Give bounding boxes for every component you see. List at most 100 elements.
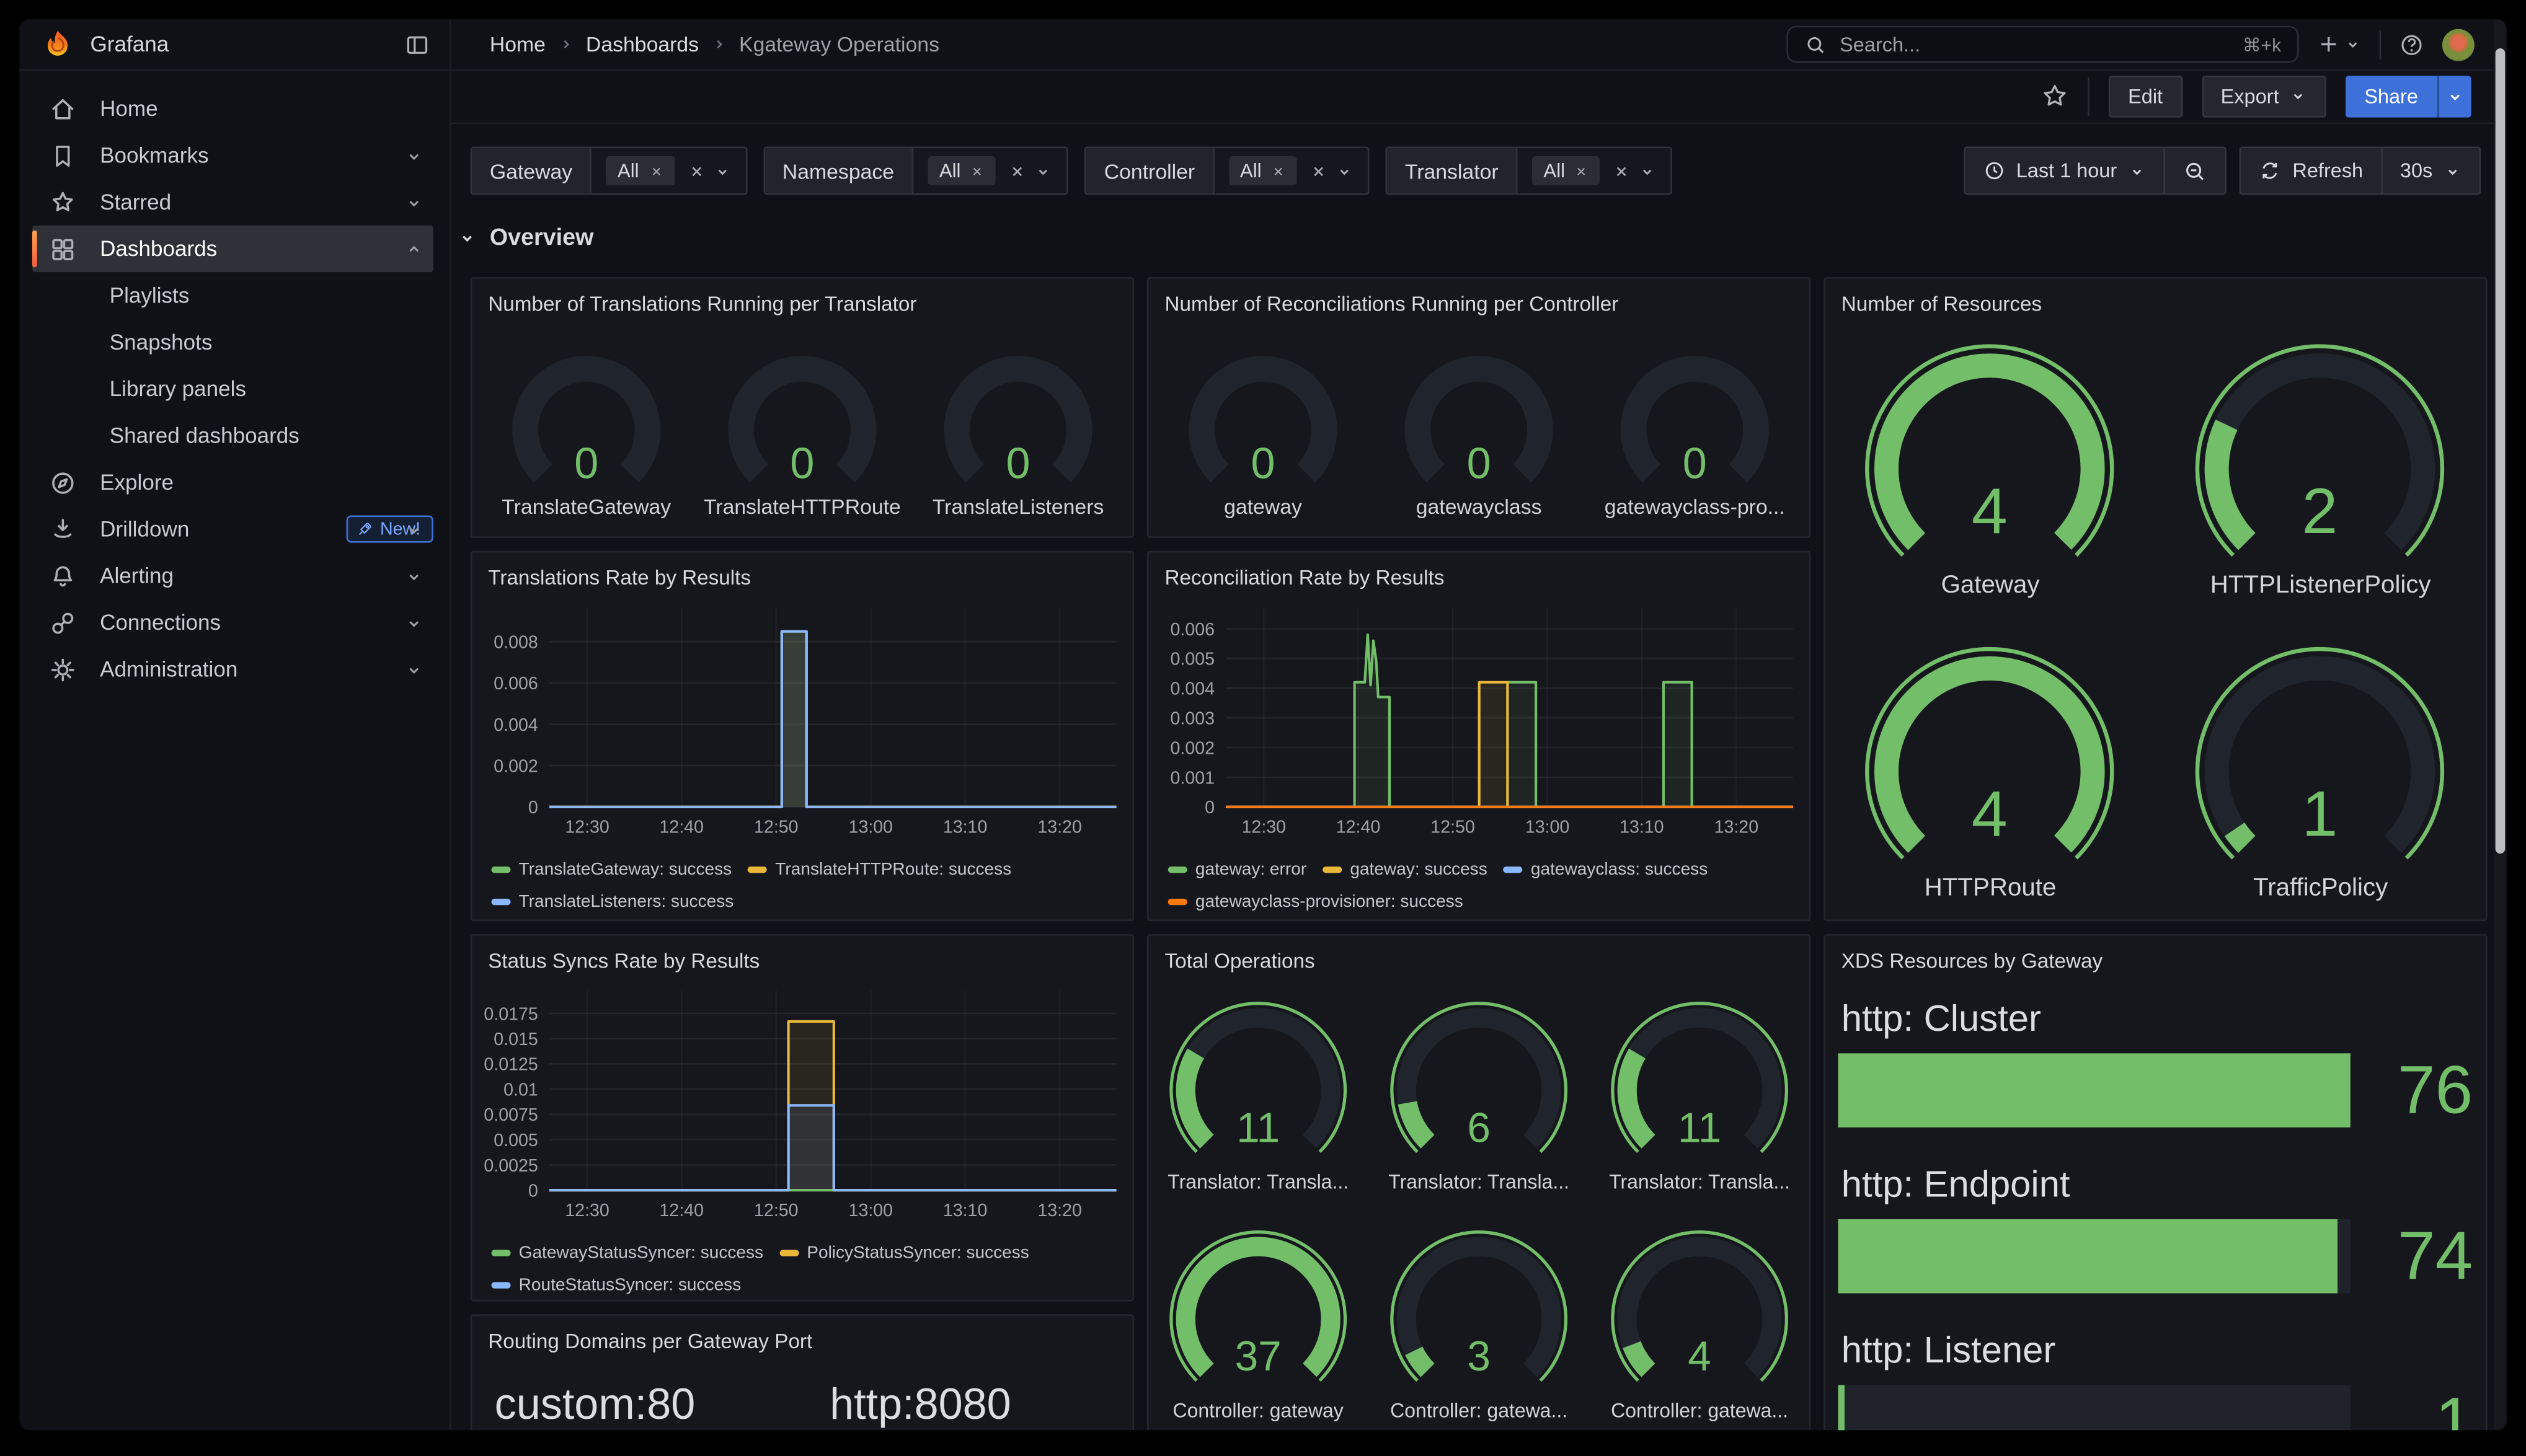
grafana-logo-icon[interactable]: [42, 28, 74, 60]
legend-item[interactable]: GatewayStatusSyncer: success: [491, 1243, 763, 1264]
legend-item[interactable]: RouteStatusSyncer: success: [491, 1276, 741, 1297]
chip-close-icon[interactable]: [1575, 164, 1589, 178]
svg-text:13:00: 13:00: [849, 1201, 893, 1220]
legend-item[interactable]: TranslateListeners: success: [491, 892, 733, 913]
sidebar-item-dashboards[interactable]: Dashboards: [32, 226, 433, 272]
sidebar-item-explore[interactable]: Explore: [32, 459, 433, 506]
svg-text:0.015: 0.015: [494, 1030, 538, 1049]
search-input[interactable]: Search... ⌘+k: [1786, 26, 2298, 63]
panel-translations-rate: Translations Rate by Results 0.0080.0060…: [471, 551, 1134, 922]
time-range-picker[interactable]: Last 1 hour: [1965, 148, 2166, 193]
sidebar-item-playlists[interactable]: Playlists: [32, 272, 433, 319]
filter-value-chip[interactable]: All: [1532, 156, 1600, 185]
panel-status-syncs-rate: Status Syncs Rate by Results 0.01750.015…: [471, 934, 1134, 1301]
chevron-down-icon[interactable]: [1336, 162, 1354, 180]
stat-value: custom:80: [495, 1380, 830, 1431]
sidebar-item-administration[interactable]: Administration: [32, 646, 433, 692]
filter-clear-icon[interactable]: [1009, 162, 1027, 180]
refresh-button[interactable]: Refresh: [2241, 148, 2382, 193]
gauge-cell: 4Controller: gatewa...: [1590, 1216, 1809, 1423]
bar-label: http: Cluster: [1841, 997, 2473, 1040]
sidebar-item-label: Starred: [100, 190, 433, 214]
gauge-label: HTTPRoute: [1925, 875, 2057, 904]
filter-value-chip[interactable]: All: [928, 156, 996, 185]
zoom-out-button[interactable]: [2165, 148, 2225, 193]
svg-text:0.0125: 0.0125: [484, 1055, 538, 1075]
breadcrumb-separator-icon: [710, 35, 728, 53]
section-overview-toggle[interactable]: Overview: [458, 226, 594, 252]
sidebar-item-label: Shared dashboards: [110, 423, 433, 448]
legend-item[interactable]: gatewayclass-provisioner: success: [1168, 892, 1463, 913]
filter-bar: GatewayAll NamespaceAll ControllerAll Trans…: [471, 146, 1673, 195]
share-button[interactable]: Share: [2345, 75, 2471, 117]
chevron-up-icon[interactable]: [404, 239, 423, 258]
legend-item[interactable]: gatewayclass: success: [1504, 860, 1708, 881]
chevron-down-icon[interactable]: [1639, 162, 1657, 180]
sidebar-toggle-icon[interactable]: [404, 32, 430, 58]
legend-item[interactable]: gateway: error: [1168, 860, 1306, 881]
sidebar-item-shared-dashboards[interactable]: Shared dashboards: [32, 412, 433, 459]
filter-value-chip[interactable]: All: [1229, 156, 1297, 185]
search-shortcut: ⌘+k: [2243, 33, 2281, 55]
chip-close-icon[interactable]: [1271, 164, 1285, 178]
chip-close-icon[interactable]: [649, 164, 663, 178]
gauge-cell: 4HTTPRoute: [1825, 630, 2156, 904]
sidebar-item-drilldown[interactable]: DrilldownNew!: [32, 506, 433, 552]
sidebar-item-snapshots[interactable]: Snapshots: [32, 319, 433, 365]
breadcrumb: HomeDashboardsKgateway Operations: [451, 32, 939, 56]
scrollbar[interactable]: [2494, 19, 2507, 1430]
sidebar-item-bookmarks[interactable]: Bookmarks: [32, 132, 433, 179]
filter-gateway[interactable]: GatewayAll: [471, 146, 747, 195]
sidebar-item-home[interactable]: Home: [32, 86, 433, 132]
svg-text:13:00: 13:00: [1525, 817, 1570, 837]
panel-title: Routing Domains per Gateway Port: [472, 1316, 1132, 1356]
user-avatar[interactable]: [2442, 28, 2475, 60]
time-range-group: Last 1 hour: [1963, 146, 2227, 195]
chip-close-icon[interactable]: [970, 164, 985, 178]
legend-item[interactable]: TranslateHTTPRoute: success: [748, 860, 1011, 881]
legend-item[interactable]: PolicyStatusSyncer: success: [779, 1243, 1029, 1264]
star-icon: [48, 188, 78, 217]
new-menu-button[interactable]: [2316, 32, 2362, 56]
filter-clear-icon[interactable]: [1310, 162, 1328, 180]
help-icon[interactable]: [2399, 32, 2425, 58]
edit-button[interactable]: Edit: [2109, 75, 2182, 117]
chevron-down-icon[interactable]: [404, 566, 423, 585]
gauge-label: Controller: gatewa...: [1390, 1400, 1567, 1422]
filter-label: Translator: [1387, 148, 1518, 193]
refresh-interval-picker[interactable]: 30s: [2382, 148, 2479, 193]
legend-item[interactable]: TranslateGateway: success: [491, 860, 732, 881]
chevron-down-icon[interactable]: [404, 660, 423, 679]
chevron-down-icon[interactable]: [404, 146, 423, 165]
scrollbar-thumb[interactable]: [2496, 48, 2506, 854]
share-menu-chevron-icon[interactable]: [2437, 75, 2471, 117]
chevron-down-icon[interactable]: [404, 613, 423, 632]
sidebar-item-label: Library panels: [110, 377, 433, 401]
chevron-down-icon[interactable]: [1035, 162, 1053, 180]
sidebar-item-alerting[interactable]: Alerting: [32, 552, 433, 599]
gauge-label: Translator: Transla...: [1388, 1171, 1569, 1193]
breadcrumb-item[interactable]: Dashboards: [586, 32, 699, 56]
filter-translator[interactable]: Translator All: [1386, 146, 1673, 195]
sidebar-item-library-panels[interactable]: Library panels: [32, 366, 433, 412]
panel-routing-domains: Routing Domains per Gateway Port custom:…: [471, 1314, 1134, 1430]
export-button[interactable]: Export: [2201, 75, 2325, 117]
sidebar-item-connections[interactable]: Connections: [32, 599, 433, 646]
chevron-down-icon[interactable]: [404, 193, 423, 212]
bell-icon: [48, 562, 78, 591]
breadcrumb-item[interactable]: Home: [490, 32, 546, 56]
filter-clear-icon[interactable]: [688, 162, 706, 180]
breadcrumb-separator-icon: [557, 35, 575, 53]
filter-value-chip[interactable]: All: [606, 156, 675, 185]
chevron-down-icon[interactable]: [713, 162, 731, 180]
sidebar-item-starred[interactable]: Starred: [32, 179, 433, 225]
chevron-down-icon[interactable]: [404, 519, 423, 539]
filter-namespace[interactable]: NamespaceAll: [763, 146, 1069, 195]
filter-controller[interactable]: ControllerAll: [1085, 146, 1370, 195]
svg-text:0.002: 0.002: [1171, 738, 1215, 758]
star-dashboard-icon[interactable]: [2041, 82, 2068, 110]
chart-legend: gateway: error gateway: success gatewaycla…: [1149, 847, 1809, 913]
rocket-icon: [356, 520, 374, 538]
legend-item[interactable]: gateway: success: [1323, 860, 1487, 881]
filter-clear-icon[interactable]: [1613, 162, 1631, 180]
